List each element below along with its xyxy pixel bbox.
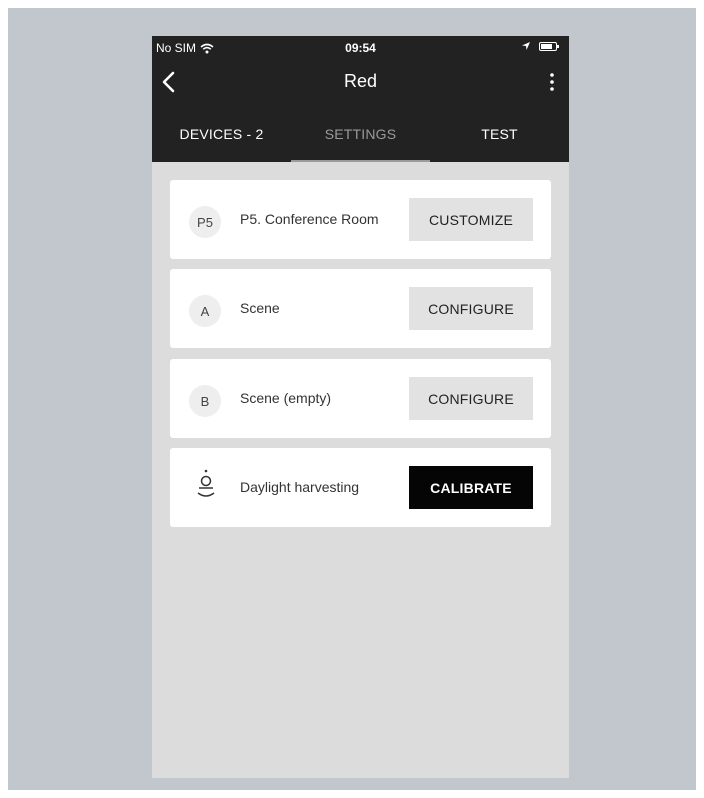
- tab-test-label: TEST: [481, 126, 518, 142]
- scene-label-b: Scene (empty): [240, 359, 400, 438]
- more-options-icon[interactable]: [547, 71, 557, 93]
- tab-test[interactable]: TEST: [430, 118, 569, 162]
- preset-label: P5. Conference Room: [240, 180, 400, 259]
- tab-settings-label: SETTINGS: [324, 126, 397, 142]
- scene-card-b: B Scene (empty) CONFIGURE: [170, 359, 551, 438]
- tab-devices[interactable]: DEVICES - 2: [152, 118, 291, 162]
- daylight-sensor-icon: [197, 469, 215, 497]
- calibrate-button[interactable]: CALIBRATE: [409, 466, 533, 509]
- customize-button[interactable]: CUSTOMIZE: [409, 198, 533, 241]
- scene-badge-a: A: [189, 295, 221, 327]
- page-title: Red: [343, 71, 378, 91]
- phone-screen: No SIM 09:54 Red DEVICES - 2 SETTINGS TE…: [152, 36, 569, 778]
- battery-icon: [539, 41, 559, 51]
- scene-badge-b: B: [189, 385, 221, 417]
- active-tab-indicator: [291, 160, 430, 162]
- preset-card-p5: P5 P5. Conference Room CUSTOMIZE: [170, 180, 551, 259]
- app-header: No SIM 09:54 Red DEVICES - 2 SETTINGS TE…: [152, 36, 569, 162]
- scene-label-b-text: Scene (empty): [240, 390, 332, 406]
- screenshot-frame: No SIM 09:54 Red DEVICES - 2 SETTINGS TE…: [8, 8, 696, 790]
- status-time: 09:54: [345, 41, 376, 55]
- tab-devices-label: DEVICES - 2: [179, 126, 264, 142]
- tab-bar: DEVICES - 2 SETTINGS TEST: [152, 118, 569, 162]
- scene-label-a-text: Scene: [240, 300, 280, 316]
- configure-button-b[interactable]: CONFIGURE: [409, 377, 533, 420]
- daylight-harvesting-label-text: Daylight harvesting: [240, 479, 360, 495]
- preset-badge: P5: [189, 206, 221, 238]
- navigation-bar: Red: [152, 66, 569, 100]
- daylight-harvesting-label: Daylight harvesting: [240, 448, 400, 527]
- daylight-harvesting-card: Daylight harvesting CALIBRATE: [170, 448, 551, 527]
- configure-button-a[interactable]: CONFIGURE: [409, 287, 533, 330]
- scene-card-a: A Scene CONFIGURE: [170, 269, 551, 348]
- scene-label-a: Scene: [240, 269, 400, 348]
- status-bar: No SIM 09:54: [152, 36, 569, 60]
- preset-label-text: P5. Conference Room: [240, 211, 379, 227]
- status-right: [521, 41, 559, 51]
- location-arrow-icon: [522, 42, 530, 50]
- tab-settings[interactable]: SETTINGS: [291, 118, 430, 162]
